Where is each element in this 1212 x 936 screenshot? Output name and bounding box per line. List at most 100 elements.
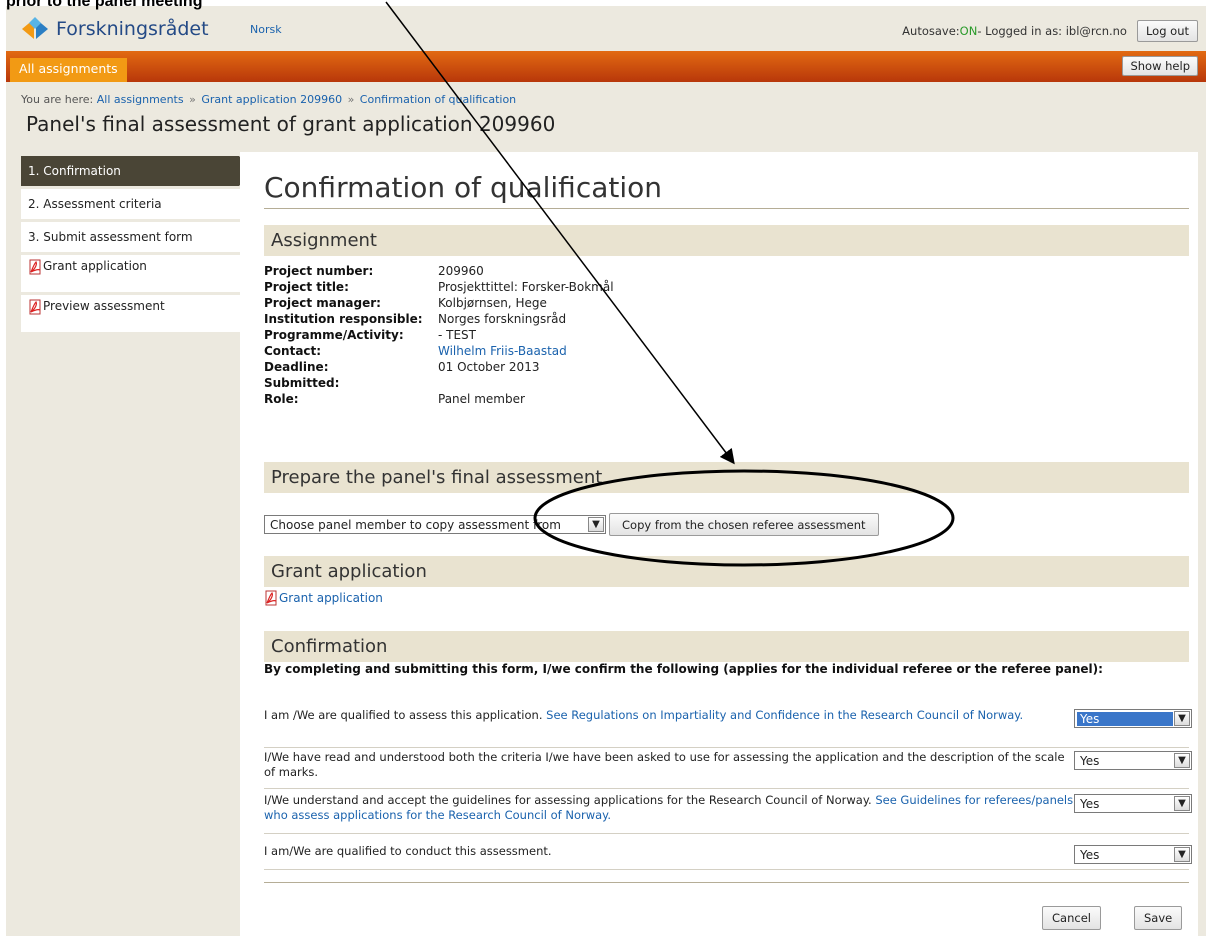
save-button[interactable]: Save xyxy=(1134,906,1183,930)
language-link[interactable]: Norsk xyxy=(250,23,282,36)
select-value: Yes xyxy=(1080,796,1100,811)
conduct-qualified-select[interactable]: Yes ▼ xyxy=(1074,845,1192,864)
confirmation-row: I am /We are qualified to assess this ap… xyxy=(264,708,1192,748)
select-value: Yes xyxy=(1077,711,1173,726)
select-value: Yes xyxy=(1080,753,1100,768)
copy-assessment-row: Choose panel member to copy assessment f… xyxy=(264,513,879,536)
sidebar-item-submit-assessment-form[interactable]: 3. Submit assessment form xyxy=(21,222,243,252)
autosave-status: ON xyxy=(959,24,978,38)
page-background: Forskningsrådet Norsk Autosave: ON - Log… xyxy=(6,6,1206,936)
autosave-label: Autosave: xyxy=(902,24,960,38)
confirmation-intro: By completing and submitting this form, … xyxy=(264,662,1103,676)
sidebar: 1. Confirmation 2. Assessment criteria 3… xyxy=(21,156,253,335)
detail-value: Panel member xyxy=(438,392,525,406)
detail-label: Institution responsible: xyxy=(264,312,423,326)
chevron-down-icon: ▼ xyxy=(588,517,604,532)
logo-icon xyxy=(22,17,48,39)
detail-value: 209960 xyxy=(438,264,484,278)
confirmation-row: I am/We are qualified to conduct this as… xyxy=(264,844,1192,870)
confirmation-row: I/We understand and accept the guideline… xyxy=(264,793,1192,834)
sidebar-item-preview-assessment[interactable]: Preview assessment xyxy=(21,295,243,332)
sidebar-item-label: 2. Assessment criteria xyxy=(28,197,162,211)
confirmation-row: I/We have read and understood both the c… xyxy=(264,750,1192,789)
tab-all-assignments[interactable]: All assignments xyxy=(10,58,127,82)
sidebar-item-confirmation[interactable]: 1. Confirmation xyxy=(21,156,253,186)
chevron-down-icon: ▼ xyxy=(1174,711,1190,726)
sidebar-item-assessment-criteria[interactable]: 2. Assessment criteria xyxy=(21,189,243,219)
detail-label: Submitted: xyxy=(264,376,340,390)
detail-label: Role: xyxy=(264,392,299,406)
main-content: Confirmation of qualification Assignment… xyxy=(240,152,1198,936)
detail-row-institution: Institution responsible: Norges forskning… xyxy=(264,311,614,327)
detail-label: Project number: xyxy=(264,264,374,278)
guidelines-accepted-select[interactable]: Yes ▼ xyxy=(1074,794,1192,813)
content-title: Confirmation of qualification xyxy=(264,171,663,204)
detail-row-submitted: Submitted: xyxy=(264,375,614,391)
detail-value: Prosjekttittel: Forsker-Bokmål xyxy=(438,280,614,294)
pdf-icon xyxy=(28,299,42,315)
confirmation-text: I/We understand and accept the guideline… xyxy=(264,793,1074,823)
detail-label: Project manager: xyxy=(264,296,381,310)
contact-link[interactable]: Wilhelm Friis-Baastad xyxy=(438,343,567,359)
breadcrumb-item-all-assignments[interactable]: All assignments xyxy=(97,93,184,106)
detail-row-project-manager: Project manager: Kolbjørnsen, Hege xyxy=(264,295,614,311)
detail-label: Contact: xyxy=(264,344,322,358)
detail-label: Programme/Activity: xyxy=(264,328,404,342)
breadcrumb-separator: » xyxy=(347,93,355,106)
cancel-button[interactable]: Cancel xyxy=(1042,906,1101,930)
user-status-bar: Autosave: ON - Logged in as: ibl@rcn.no … xyxy=(902,20,1198,42)
logo[interactable]: Forskningsrådet xyxy=(20,17,209,41)
divider xyxy=(264,208,1189,209)
breadcrumb-item-grant-application[interactable]: Grant application 209960 xyxy=(201,93,342,106)
detail-label: Deadline: xyxy=(264,360,329,374)
grant-application-link-row[interactable]: Grant application xyxy=(264,590,383,606)
panel-member-select[interactable]: Choose panel member to copy assessment f… xyxy=(264,515,606,534)
pdf-icon xyxy=(264,590,278,606)
confirmation-statement: I am/We are qualified to conduct this as… xyxy=(264,844,552,858)
detail-value: Kolbjørnsen, Hege xyxy=(438,296,547,310)
copy-assessment-button[interactable]: Copy from the chosen referee assessment xyxy=(609,513,879,536)
grant-application-link[interactable]: Grant application xyxy=(279,591,383,605)
select-value: Choose panel member to copy assessment f… xyxy=(270,517,561,532)
detail-row-project-number: Project number: 209960 xyxy=(264,263,614,279)
section-heading-grant: Grant application xyxy=(264,556,1189,587)
pdf-icon xyxy=(28,259,42,275)
detail-row-project-title: Project title: Prosjekttittel: Forsker-Bo… xyxy=(264,279,614,295)
sidebar-item-label: Preview assessment xyxy=(43,299,165,313)
section-heading-assignment: Assignment xyxy=(264,225,1189,256)
qualified-select[interactable]: Yes ▼ xyxy=(1074,709,1192,728)
logged-in-text: - Logged in as: ibl@rcn.no xyxy=(977,24,1127,38)
sidebar-item-label: Grant application xyxy=(43,259,147,273)
logout-button[interactable]: Log out xyxy=(1136,20,1198,42)
detail-row-contact: Contact: Wilhelm Friis-Baastad xyxy=(264,343,614,359)
sidebar-item-label: 1. Confirmation xyxy=(28,164,121,178)
detail-row-role: Role: Panel member xyxy=(264,391,614,407)
chevron-down-icon: ▼ xyxy=(1174,847,1190,862)
detail-value: - TEST xyxy=(438,328,477,342)
divider xyxy=(264,882,1189,883)
criteria-understood-select[interactable]: Yes ▼ xyxy=(1074,751,1192,770)
breadcrumb: You are here: All assignments » Grant ap… xyxy=(21,93,516,106)
show-help-button[interactable]: Show help xyxy=(1122,56,1198,76)
chevron-down-icon: ▼ xyxy=(1174,796,1190,811)
select-value: Yes xyxy=(1080,847,1100,862)
breadcrumb-separator: » xyxy=(189,93,196,106)
confirmation-statement: I/We have read and understood both the c… xyxy=(264,750,1065,779)
nav-bar: All assignments Show help xyxy=(6,51,1206,82)
breadcrumb-item-confirmation[interactable]: Confirmation of qualification xyxy=(360,93,516,106)
confirmation-text: I am /We are qualified to assess this ap… xyxy=(264,708,1074,723)
confirmation-text: I/We have read and understood both the c… xyxy=(264,750,1074,780)
regulations-link[interactable]: See Regulations on Impartiality and Conf… xyxy=(546,708,1023,722)
sidebar-item-grant-application[interactable]: Grant application xyxy=(21,255,243,292)
assignment-details: Project number: 209960 Project title: Pros… xyxy=(264,263,614,407)
section-heading-prepare: Prepare the panel's final assessment xyxy=(264,462,1189,493)
logo-text: Forskningsrådet xyxy=(56,18,209,40)
confirmation-text: I am/We are qualified to conduct this as… xyxy=(264,844,1074,859)
section-heading-confirmation: Confirmation xyxy=(264,631,1189,662)
detail-row-deadline: Deadline: 01 October 2013 xyxy=(264,359,614,375)
detail-value: 01 October 2013 xyxy=(438,360,540,374)
detail-value: Norges forskningsråd xyxy=(438,312,567,326)
annotation-label: prior to the panel meeting xyxy=(6,0,203,10)
detail-label: Project title: xyxy=(264,280,349,294)
breadcrumb-prefix: You are here: xyxy=(21,93,97,106)
